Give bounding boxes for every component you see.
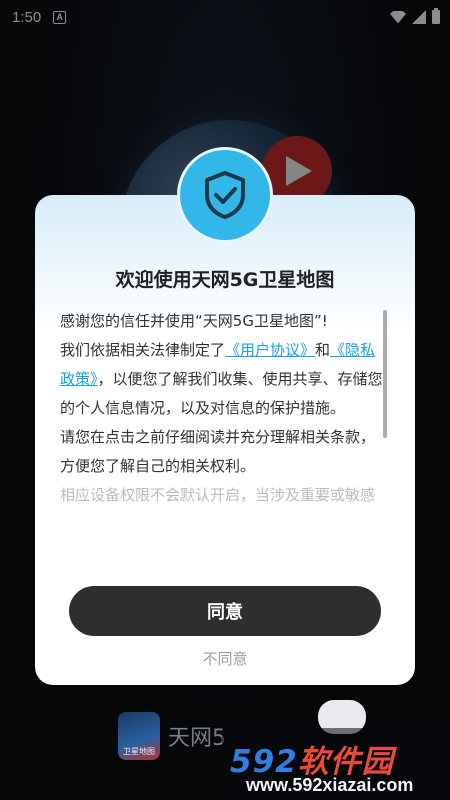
watermark-url: www.592xiazai.com	[246, 775, 414, 795]
body-paragraph-3: 请您在点击之前仔细阅读并充分理解相关条款，方便您了解自己的相关权利。	[60, 428, 376, 475]
app-logo-text: 卫星地图	[123, 747, 155, 756]
shield-icon	[205, 171, 245, 219]
p2-prefix: 我们依据相关法律制定了	[60, 341, 226, 359]
app-name: 天网5	[168, 726, 226, 751]
user-agreement-link[interactable]: 《用户协议》	[225, 341, 315, 359]
dialog-title: 欢迎使用天网5G卫星地图	[115, 269, 335, 291]
app-branding: 卫星地图 天网5	[118, 712, 226, 760]
privacy-dialog: 欢迎使用天网5G卫星地图 感谢您的信任并使用“天网5G卫星地图”! 我们依据相关…	[35, 195, 415, 685]
agree-button[interactable]: 同意	[69, 586, 381, 636]
body-paragraph-1: 感谢您的信任并使用“天网5G卫星地图”!	[60, 312, 328, 330]
body-paragraph-2: 我们依据相关法律制定了《用户协议》和《隐私政策》，以便您了解我们收集、使用共享、…	[60, 336, 385, 423]
body-paragraph-4: 相应设备权限不会默认开启，当涉及重要或敏感	[60, 486, 376, 504]
app-logo: 卫星地图	[118, 712, 160, 760]
dialog-body: 感谢您的信任并使用“天网5G卫星地图”! 我们依据相关法律制定了《用户协议》和《…	[60, 307, 385, 567]
body-fade	[60, 507, 385, 567]
p2-suffix: ，以便您了解我们收集、使用共享、存储您的个人信息情况，以及对信息的保护措施。	[60, 370, 383, 417]
disagree-button[interactable]: 不同意	[35, 648, 415, 669]
scrollbar[interactable]	[383, 310, 387, 438]
shield-check-icon	[177, 147, 273, 243]
p2-and: 和	[315, 341, 331, 359]
